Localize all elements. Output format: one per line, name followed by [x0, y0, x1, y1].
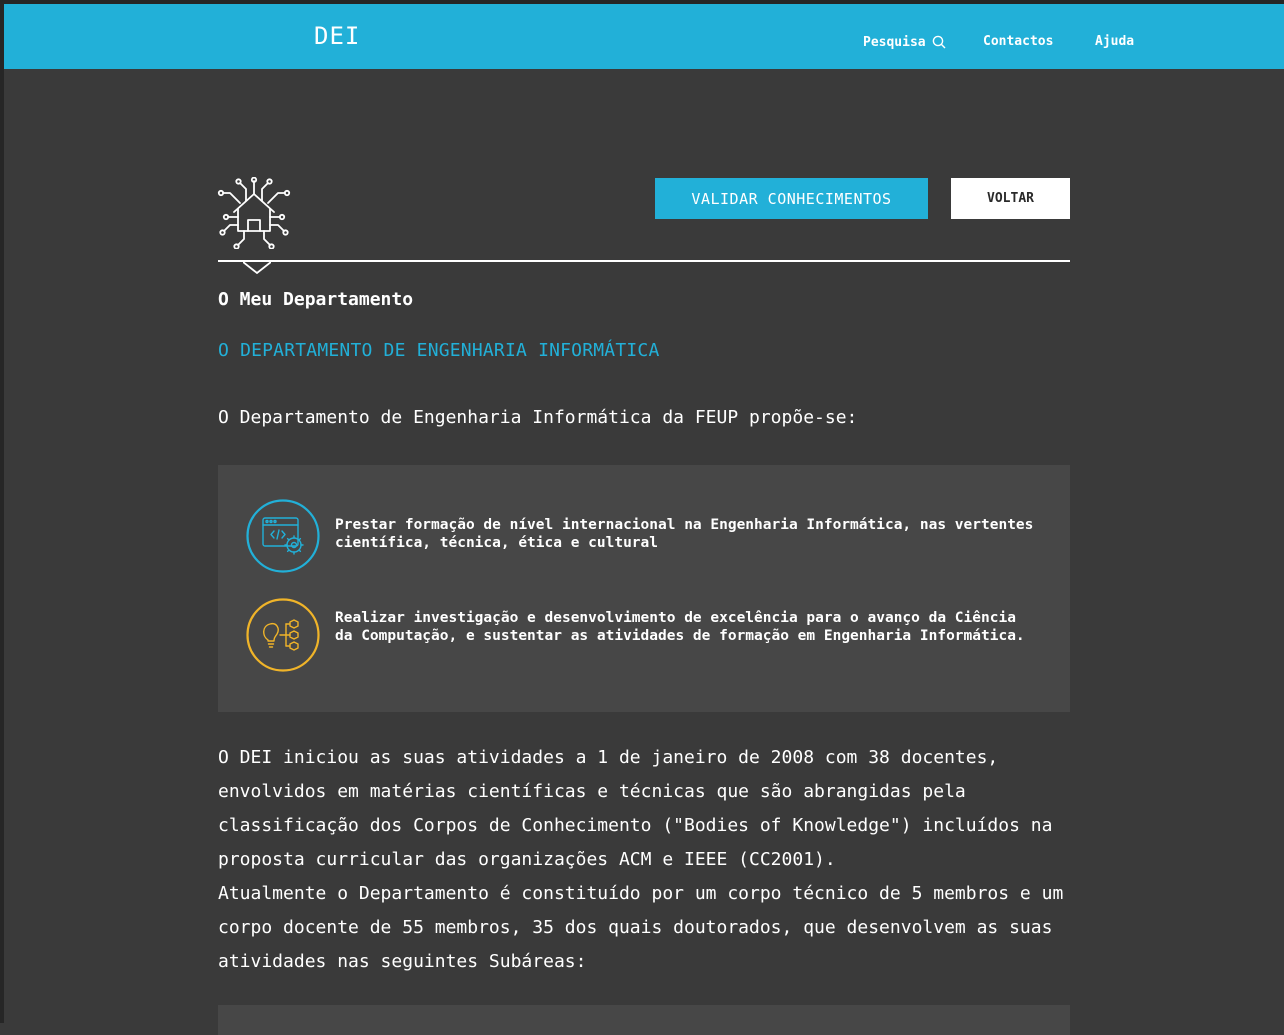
subareas-panel [218, 1005, 1070, 1035]
department-description: O DEI iniciou as suas atividades a 1 de … [218, 741, 1078, 979]
lightbulb-network-icon [246, 598, 320, 672]
nav-search-label: Pesquisa [863, 34, 926, 50]
nav-contacts-link[interactable]: Contactos [983, 35, 1053, 48]
department-heading: O DEPARTAMENTO DE ENGENHARIA INFORMÁTICA [218, 340, 660, 361]
top-bar: DEI Pesquisa Contactos Ajuda [4, 4, 1284, 69]
back-button[interactable]: VOLTAR [951, 178, 1070, 219]
mission-panel: Prestar formação de nível internacional … [218, 465, 1070, 712]
description-paragraph: Atualmente o Departamento é constituído … [218, 883, 1064, 972]
mission-item-text: Realizar investigação e desenvolvimento … [335, 610, 1025, 644]
mission-item-text: Prestar formação de nível internacional … [335, 517, 1034, 551]
validate-knowledge-button[interactable]: VALIDAR CONHECIMENTOS [655, 178, 928, 219]
window-frame-left [0, 0, 4, 1023]
section-divider [218, 260, 1070, 262]
section-title: O Meu Departamento [218, 289, 414, 310]
code-settings-icon [246, 499, 320, 573]
search-icon [932, 35, 946, 49]
nav-search-link[interactable]: Pesquisa [863, 35, 946, 49]
intro-text: O Departamento de Engenharia Informática… [218, 407, 858, 428]
department-house-circuit-icon [217, 177, 291, 249]
brand-logo-text[interactable]: DEI [314, 24, 360, 48]
description-paragraph: O DEI iniciou as suas atividades a 1 de … [218, 747, 1053, 870]
nav-help-link[interactable]: Ajuda [1095, 35, 1134, 48]
divider-caret-icon [243, 261, 271, 274]
